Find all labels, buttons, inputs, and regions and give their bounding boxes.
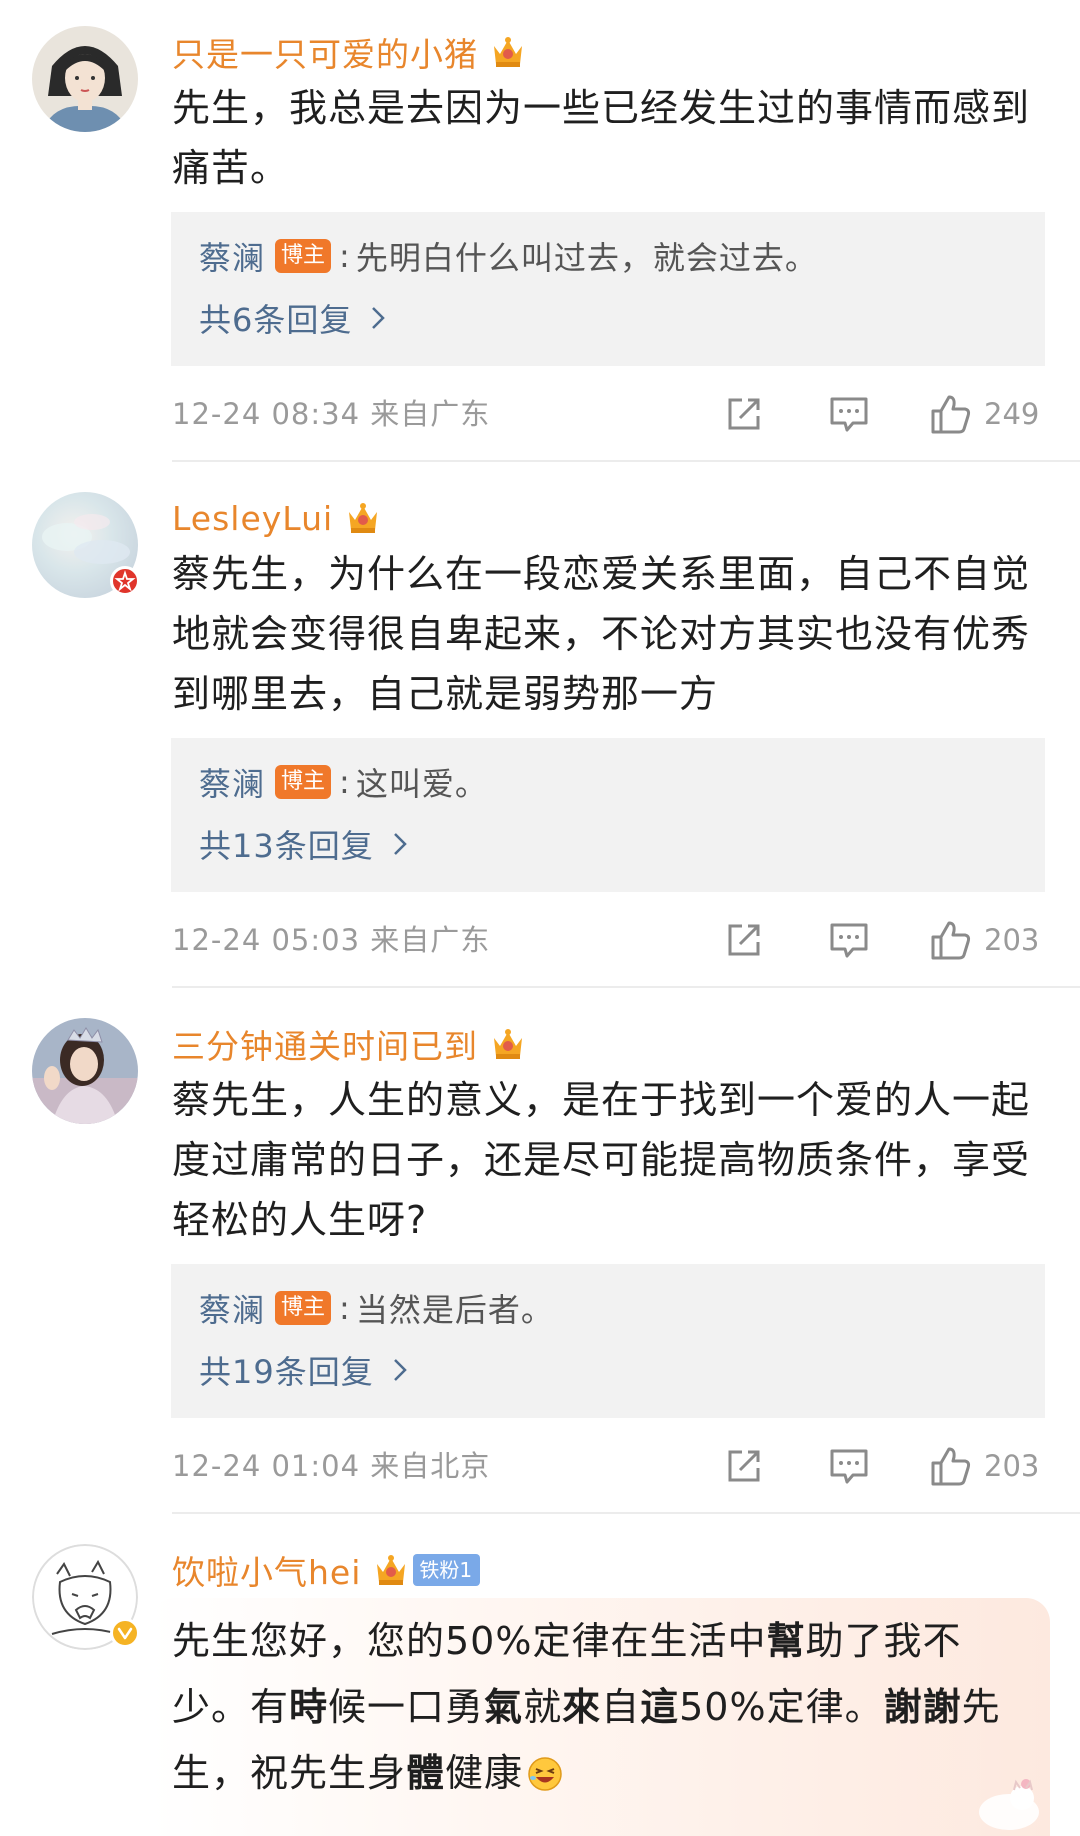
comment-text-part: 健康 [445, 1751, 524, 1795]
like-count: 203 [984, 1449, 1040, 1483]
like-button[interactable]: 203 [930, 1444, 1039, 1488]
thumbs-up-icon [931, 921, 971, 960]
reply-author[interactable]: 蔡澜 [199, 233, 265, 279]
share-button[interactable] [724, 1444, 764, 1488]
avatar[interactable] [32, 492, 140, 598]
verified-v-badge [110, 1618, 140, 1648]
comment-text-part: 候一口勇 [328, 1685, 485, 1729]
crown-badge-icon [494, 1029, 522, 1059]
username[interactable]: 饮啦小气hei [172, 1546, 361, 1594]
chevron-right-icon [393, 1359, 407, 1381]
timestamp-location: 12-24 05:03 来自广东 [172, 923, 491, 957]
like-count: 249 [984, 397, 1040, 431]
reply-line: 蔡澜 博主 : 这叫爱。 [199, 760, 488, 804]
comment-icon [830, 923, 868, 958]
thumbs-up-icon [931, 395, 971, 434]
share-icon [728, 924, 760, 956]
blogger-badge: 博主 [275, 765, 332, 799]
comment-text-part: 50%定律。 [679, 1685, 884, 1729]
reply-text: 这叫爱。 [355, 765, 488, 803]
username[interactable]: LesleyLui [172, 499, 333, 538]
comment-text-part: 時 [289, 1685, 329, 1729]
reply-preview[interactable]: 蔡澜 博主 : 先明白什么叫过去，就会过去。 共6条回复 [171, 212, 1045, 366]
divider [172, 460, 1080, 462]
reply-text: 先明白什么叫过去，就会过去。 [355, 239, 818, 277]
thumbs-up-icon [931, 1447, 971, 1486]
view-replies-link[interactable]: 共19条回复 [199, 1348, 408, 1392]
reply-count-label: 共6条回复 [199, 301, 353, 339]
comment-text: 蔡先生，为什么在一段恋爱关系里面，自己不自觉地就会变得很自卑起来，不论对方其实也… [172, 552, 1031, 716]
share-button[interactable] [724, 392, 764, 436]
username-row: 三分钟通关时间已到 [172, 1018, 528, 1070]
verified-star-badge [110, 566, 140, 596]
avatar[interactable] [32, 26, 138, 132]
divider [172, 1512, 1080, 1514]
comment-button[interactable] [828, 918, 870, 962]
username-row: 只是一只可爱的小猪 [172, 26, 528, 78]
fan-level-badge: 铁粉1 [413, 1554, 481, 1586]
comment-text-part: 體 [406, 1751, 446, 1795]
comment-text-part: 自 [601, 1685, 641, 1729]
crown-badge-icon [377, 1555, 406, 1585]
reply-text: 当然是后者。 [355, 1291, 554, 1329]
blogger-badge: 博主 [275, 239, 332, 273]
divider [172, 986, 1080, 988]
chevron-right-icon [393, 833, 407, 855]
comment-text-part: 來 [562, 1685, 602, 1729]
like-button[interactable]: 249 [930, 392, 1039, 436]
reply-count-label: 共13条回复 [199, 827, 374, 865]
reply-author[interactable]: 蔡澜 [199, 1285, 265, 1331]
reply-line: 蔡澜 博主 : 当然是后者。 [199, 1286, 554, 1330]
share-icon [728, 1450, 760, 1482]
share-icon [728, 398, 760, 430]
reply-count-label: 共19条回复 [199, 1353, 374, 1391]
comment-text-part: 就 [523, 1685, 563, 1729]
reply-author[interactable]: 蔡澜 [199, 759, 265, 805]
avatar-image [32, 1018, 138, 1124]
comment-icon [830, 1449, 868, 1484]
username[interactable]: 三分钟通关时间已到 [172, 1020, 478, 1068]
comment-text-part: 謝謝 [883, 1685, 962, 1729]
verified-check-icon [117, 1627, 133, 1640]
reply-colon: : [339, 237, 350, 275]
crown-badge-icon [349, 503, 378, 533]
comment-button[interactable] [828, 392, 870, 436]
comment-text-part: 幫 [766, 1619, 806, 1663]
username[interactable]: 只是一只可爱的小猪 [172, 28, 478, 76]
username-row: 饮啦小气hei 铁粉1 [172, 1544, 481, 1596]
avatar[interactable] [32, 1018, 138, 1124]
comment-meta: 12-24 08:34 来自广东 249 [172, 390, 1046, 438]
comment-text: 蔡先生，人生的意义，是在于找到一个爱的人一起度过庸常的日子，还是尽可能提高物质条… [172, 1078, 1031, 1242]
avatar-image [32, 26, 138, 132]
view-replies-link[interactable]: 共13条回复 [199, 822, 408, 866]
username-row: LesleyLui [172, 492, 383, 544]
share-button[interactable] [724, 918, 764, 962]
laughing-emoji-icon [528, 1757, 562, 1791]
comment-meta: 12-24 05:03 来自广东 203 [172, 916, 1046, 964]
comment-text: 先生您好，您的50%定律在生活中幫助了我不少。有時候一口勇氣就來自這50%定律。… [172, 1608, 1032, 1806]
comment-text-part: 這 [640, 1685, 680, 1729]
avatar[interactable] [32, 1544, 140, 1650]
reply-colon: : [339, 1289, 350, 1327]
reply-preview[interactable]: 蔡澜 博主 : 当然是后者。 共19条回复 [171, 1264, 1045, 1418]
comment-text-part: 先生您好，您的50%定律在生活中 [172, 1619, 767, 1663]
star-icon [114, 570, 136, 592]
comment-text-part: 氣 [484, 1685, 524, 1729]
reply-preview[interactable]: 蔡澜 博主 : 这叫爱。 共13条回复 [171, 738, 1045, 892]
timestamp-location: 12-24 08:34 来自广东 [172, 397, 491, 431]
like-count: 203 [984, 923, 1040, 957]
like-button[interactable]: 203 [930, 918, 1039, 962]
reply-line: 蔡澜 博主 : 先明白什么叫过去，就会过去。 [199, 234, 818, 278]
crown-badge-icon [494, 37, 522, 67]
comment-icon [830, 397, 868, 432]
timestamp-location: 12-24 01:04 来自北京 [172, 1449, 491, 1483]
chevron-right-icon [372, 307, 386, 329]
comment-meta: 12-24 01:04 来自北京 203 [172, 1442, 1046, 1490]
view-replies-link[interactable]: 共6条回复 [199, 296, 386, 340]
comment-text: 先生，我总是去因为一些已经发生过的事情而感到痛苦。 [172, 86, 1031, 190]
comment-button[interactable] [828, 1444, 870, 1488]
reply-colon: : [339, 763, 350, 801]
blogger-badge: 博主 [275, 1291, 332, 1325]
